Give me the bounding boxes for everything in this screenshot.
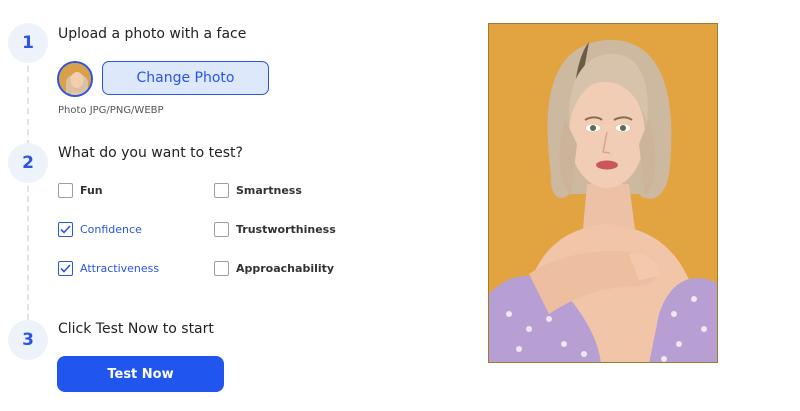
step-3-badge: 3 (8, 320, 48, 360)
option-label: Smartness (236, 183, 302, 197)
option-label: Trustworthiness (236, 222, 336, 236)
option-smartness[interactable]: Smartness (214, 181, 302, 199)
uploaded-photo-thumbnail (57, 61, 93, 97)
option-label: Approachability (236, 261, 335, 275)
confidence-checkbox[interactable] (58, 221, 73, 237)
file-format-hint: Photo JPG/PNG/WEBP (58, 105, 164, 116)
option-approachability[interactable]: Approachability (214, 259, 334, 277)
option-attractiveness[interactable]: Attractiveness (58, 259, 159, 277)
step-connector (27, 186, 29, 320)
step-2-title: What do you want to test? (58, 145, 243, 161)
option-label: Fun (80, 183, 103, 197)
preview-photo (488, 23, 718, 363)
approachability-checkbox[interactable] (214, 260, 229, 276)
portrait-image (489, 24, 717, 362)
step-connector (27, 66, 29, 146)
option-fun[interactable]: Fun (58, 181, 103, 199)
check-icon (60, 263, 71, 273)
option-label: Confidence (80, 222, 142, 236)
change-photo-button[interactable]: Change Photo (102, 61, 269, 95)
face-thumbnail-icon (59, 63, 91, 95)
trustworthiness-checkbox[interactable] (214, 221, 229, 237)
step-1-title: Upload a photo with a face (58, 26, 247, 42)
option-confidence[interactable]: Confidence (58, 220, 142, 238)
fun-checkbox[interactable] (58, 182, 73, 198)
option-trustworthiness[interactable]: Trustworthiness (214, 220, 336, 238)
smartness-checkbox[interactable] (214, 182, 229, 198)
option-label: Attractiveness (80, 261, 160, 275)
step-1-badge: 1 (8, 23, 48, 63)
step-3-title: Click Test Now to start (58, 321, 214, 337)
check-icon (60, 224, 71, 234)
step-2-badge: 2 (8, 143, 48, 183)
test-now-button[interactable]: Test Now (57, 356, 224, 392)
attractiveness-checkbox[interactable] (58, 260, 73, 276)
